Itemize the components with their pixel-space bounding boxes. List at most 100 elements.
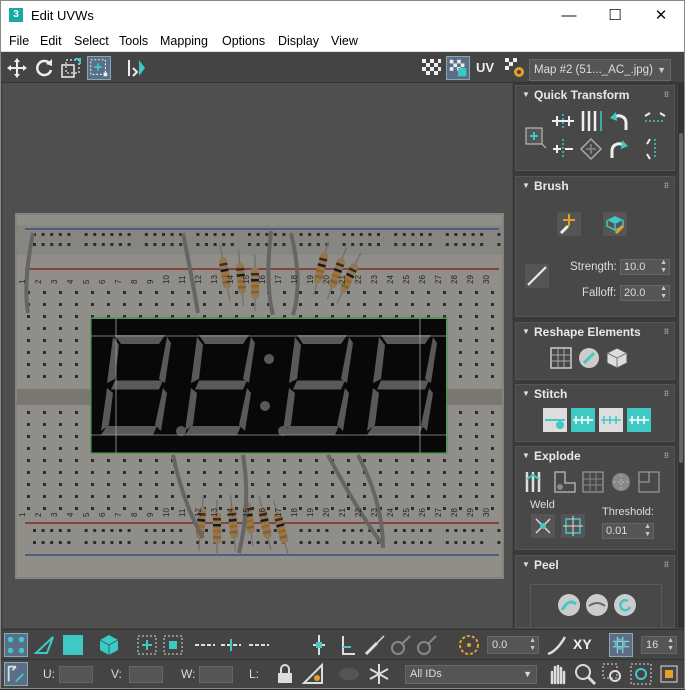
polygon-mode-icon[interactable]: [61, 633, 85, 657]
zoom-extents-icon[interactable]: [629, 662, 653, 686]
minimize-button[interactable]: —: [546, 1, 592, 31]
flatten-by-material-icon[interactable]: [636, 469, 662, 495]
peel-mode-icon[interactable]: [584, 592, 610, 618]
flip-horizontal-icon[interactable]: [642, 108, 668, 134]
flip-vertical-icon[interactable]: [642, 136, 668, 162]
paint-grow-icon[interactable]: [389, 633, 413, 657]
loop-shrink-icon[interactable]: [219, 633, 243, 657]
texture-settings-icon[interactable]: [503, 56, 527, 80]
rotation-icon[interactable]: [457, 633, 481, 657]
lock-icon[interactable]: [273, 662, 297, 686]
menu-edit[interactable]: Edit: [40, 34, 62, 48]
zoom-region-icon[interactable]: [601, 662, 625, 686]
edge-mode-icon[interactable]: [33, 633, 57, 657]
rotate-icon[interactable]: [32, 56, 56, 80]
paint-select-icon[interactable]: [363, 633, 387, 657]
stitch-custom-icon[interactable]: [542, 407, 568, 433]
detach-icon[interactable]: [552, 469, 578, 495]
weld-selected-icon[interactable]: [530, 513, 556, 539]
quick-peel-icon[interactable]: [556, 592, 582, 618]
breadboard-row-number: 8: [130, 279, 139, 284]
menu-view[interactable]: View: [331, 34, 358, 48]
menu-options[interactable]: Options: [222, 34, 265, 48]
grid-size-spinner[interactable]: 16 ▲ ▼: [641, 636, 677, 654]
grow-selection-icon[interactable]: [135, 633, 159, 657]
menu-select[interactable]: Select: [74, 34, 109, 48]
menu-file[interactable]: File: [9, 34, 29, 48]
set-pivot-icon[interactable]: [522, 124, 548, 150]
strength-spinner[interactable]: 10.0 ▲ ▼: [620, 259, 670, 275]
reshape-elements-header[interactable]: ▼ Reshape Elements ⁝⁝: [516, 323, 674, 341]
relax-brush-icon[interactable]: [602, 211, 628, 237]
explode-header[interactable]: ▼ Explode ⁝⁝: [516, 447, 674, 465]
weld-target-icon[interactable]: [560, 513, 586, 539]
u-field[interactable]: [59, 666, 93, 683]
flatten-by-polygon-icon[interactable]: [580, 469, 606, 495]
threshold-spinner[interactable]: 0.01 ▲ ▼: [602, 523, 654, 539]
align-vertical-icon[interactable]: [578, 108, 604, 134]
hide-icon[interactable]: [337, 662, 361, 686]
zoom-selected-icon[interactable]: [657, 662, 681, 686]
ring-grow-icon[interactable]: [247, 633, 271, 657]
uv-editor-viewport[interactable]: 1 2 3 4 5 6 7 8 9 10 11 12 13 14 15 16 17 18 19 20 21 22 23 24 2…: [3, 83, 512, 628]
shrink-selection-icon[interactable]: [161, 633, 185, 657]
uv-label[interactable]: UV: [476, 60, 494, 75]
w-field[interactable]: [199, 666, 233, 683]
align-to-edge-icon[interactable]: [550, 136, 576, 162]
absolute-offset-button[interactable]: [4, 662, 28, 686]
paint-move-icon[interactable]: [556, 211, 582, 237]
element-mode-icon[interactable]: [97, 633, 121, 657]
pan-icon[interactable]: [545, 662, 569, 686]
rotate-ccw-icon[interactable]: [606, 108, 632, 134]
ring-shrink-icon[interactable]: [307, 633, 331, 657]
soft-selection-icon[interactable]: [545, 633, 569, 657]
rotate-cw-icon[interactable]: [606, 136, 632, 162]
panel-scrollbar[interactable]: [678, 83, 684, 628]
mirror-icon[interactable]: [125, 56, 149, 80]
xy-label[interactable]: XY: [573, 636, 592, 652]
scale-icon[interactable]: [59, 56, 83, 80]
freeform-mode-button[interactable]: [87, 56, 111, 80]
stitch-header[interactable]: ▼ Stitch ⁝⁝: [516, 385, 674, 403]
relax-icon[interactable]: [576, 345, 602, 371]
map-dropdown[interactable]: Map #2 (51..._AC_.jpg) ▼: [529, 59, 671, 81]
reset-peel-icon[interactable]: [612, 592, 638, 618]
peel-header[interactable]: ▼ Peel ⁝⁝: [516, 556, 674, 574]
freeze-icon[interactable]: [367, 662, 391, 686]
loop-grow-icon[interactable]: [193, 633, 217, 657]
menu-tools[interactable]: Tools: [119, 34, 148, 48]
menu-display[interactable]: Display: [278, 34, 319, 48]
stitch-average-icon[interactable]: [598, 407, 624, 433]
uv-canvas[interactable]: 1 2 3 4 5 6 7 8 9 10 11 12 13 14 15 16 17 18 19 20 21 22 23 24 2…: [3, 83, 512, 628]
checker-pattern-icon[interactable]: [419, 56, 443, 80]
space-evenly-icon[interactable]: [578, 136, 604, 162]
move-icon[interactable]: [5, 56, 29, 80]
material-id-dropdown[interactable]: All IDs ▼: [405, 665, 537, 684]
straighten-selection-icon[interactable]: [548, 345, 574, 371]
v-field[interactable]: [129, 666, 163, 683]
scrollbar-thumb[interactable]: [679, 133, 683, 463]
brush-falloff-icon[interactable]: [524, 263, 550, 289]
zoom-icon[interactable]: [573, 662, 597, 686]
maximize-button[interactable]: ☐: [592, 1, 638, 31]
break-icon[interactable]: [524, 469, 550, 495]
stitch-to-target-icon[interactable]: [626, 407, 652, 433]
stitch-to-source-icon[interactable]: [570, 407, 596, 433]
menu-mapping[interactable]: Mapping: [160, 34, 208, 48]
arrange-elements-icon[interactable]: [604, 345, 630, 371]
ring-select-icon[interactable]: [335, 633, 359, 657]
filter-selected-faces-icon[interactable]: [301, 662, 325, 686]
breadboard-row-number: 17: [274, 508, 283, 517]
close-button[interactable]: ✕: [638, 1, 684, 31]
align-horizontal-icon[interactable]: [550, 108, 576, 134]
grid-snap-button[interactable]: [609, 633, 633, 657]
flatten-by-smoothing-icon[interactable]: [608, 469, 634, 495]
paint-shrink-icon[interactable]: [415, 633, 439, 657]
rotation-spinner[interactable]: 0.0 ▲ ▼: [487, 636, 539, 654]
show-map-button[interactable]: [446, 56, 470, 80]
breadboard-row-number: 4: [66, 279, 75, 284]
brush-header[interactable]: ▼ Brush ⁝⁝: [516, 177, 674, 195]
falloff-spinner[interactable]: 20.0 ▲ ▼: [620, 285, 670, 301]
vertex-mode-button[interactable]: [4, 633, 28, 657]
quick-transform-header[interactable]: ▼ Quick Transform ⁝⁝: [516, 86, 674, 104]
